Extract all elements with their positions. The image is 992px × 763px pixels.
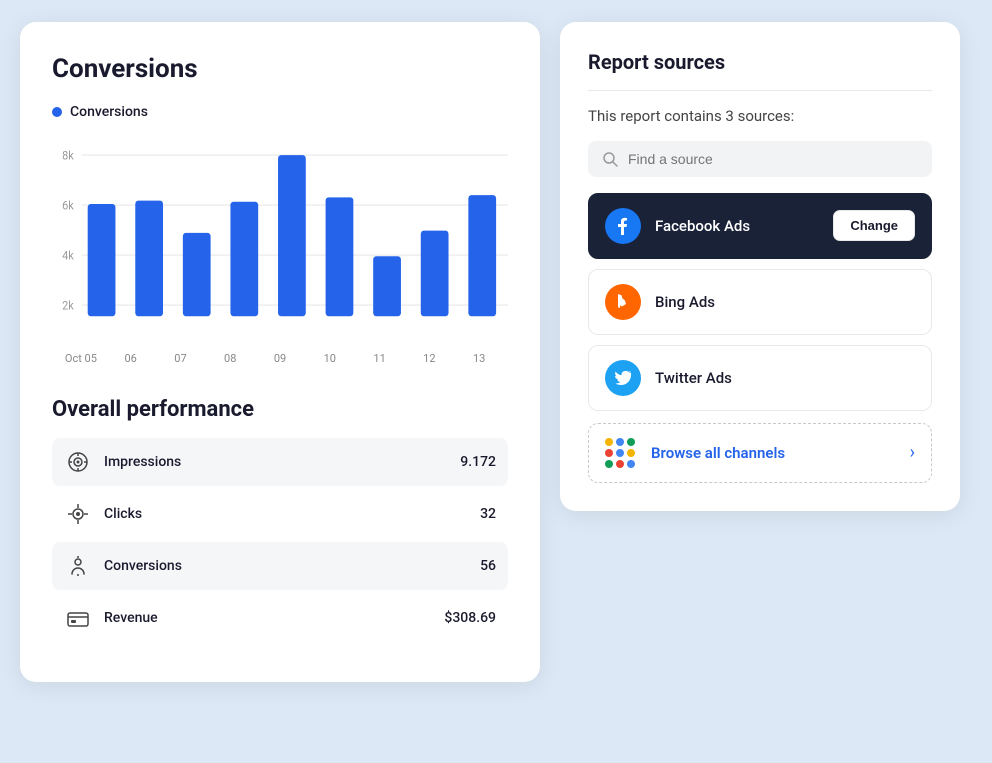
metric-name-clicks: Clicks bbox=[104, 506, 480, 522]
change-button[interactable]: Change bbox=[833, 210, 915, 241]
bing-logo-wrap bbox=[605, 284, 641, 320]
source-name-twitter: Twitter Ads bbox=[655, 369, 915, 387]
browse-all-label: Browse all channels bbox=[651, 444, 896, 462]
section-title: Overall performance bbox=[52, 397, 508, 422]
metric-value-conversions: 56 bbox=[480, 558, 496, 574]
metric-row-revenue: Revenue $308.69 bbox=[52, 594, 508, 642]
divider bbox=[588, 90, 932, 91]
page-title: Conversions bbox=[52, 54, 508, 84]
report-subtitle: This report contains 3 sources: bbox=[588, 107, 932, 125]
svg-text:2k: 2k bbox=[62, 297, 74, 312]
source-item-facebook[interactable]: Facebook Ads Change bbox=[588, 193, 932, 259]
twitter-logo bbox=[605, 360, 641, 396]
svg-text:4k: 4k bbox=[62, 247, 74, 262]
svg-text:6k: 6k bbox=[62, 197, 74, 212]
facebook-logo bbox=[605, 208, 641, 244]
svg-text:8k: 8k bbox=[62, 147, 74, 162]
metric-row-impressions: Impressions 9.172 bbox=[52, 438, 508, 486]
browse-all-channels[interactable]: Browse all channels › bbox=[588, 423, 932, 483]
search-icon bbox=[602, 151, 618, 167]
x-label-0: Oct 05 bbox=[56, 352, 106, 365]
report-title: Report sources bbox=[588, 50, 932, 74]
left-card: Conversions Conversions 8k 6k 4k 2k bbox=[20, 22, 540, 682]
right-card: Report sources This report contains 3 so… bbox=[560, 22, 960, 511]
revenue-icon bbox=[64, 604, 92, 632]
chart-svg: 8k 6k 4k 2k bbox=[52, 144, 508, 344]
bar-chart: 8k 6k 4k 2k bbox=[52, 144, 508, 344]
impressions-icon bbox=[64, 448, 92, 476]
chart-legend: Conversions bbox=[52, 104, 508, 120]
metric-name-conversions: Conversions bbox=[104, 558, 480, 574]
chevron-right-icon: › bbox=[910, 442, 915, 463]
bing-logo bbox=[605, 284, 641, 320]
twitter-logo-wrap bbox=[605, 360, 641, 396]
facebook-logo-wrap bbox=[605, 208, 641, 244]
source-name-facebook: Facebook Ads bbox=[655, 217, 833, 235]
metric-value-clicks: 32 bbox=[480, 506, 496, 522]
x-label-3: 08 bbox=[205, 352, 255, 365]
search-box[interactable] bbox=[588, 141, 932, 177]
metric-name-impressions: Impressions bbox=[104, 454, 460, 470]
clicks-icon bbox=[64, 500, 92, 528]
x-label-5: 10 bbox=[305, 352, 355, 365]
x-label-4: 09 bbox=[255, 352, 305, 365]
metric-row-clicks: Clicks 32 bbox=[52, 490, 508, 538]
source-name-bing: Bing Ads bbox=[655, 293, 915, 311]
metric-value-impressions: 9.172 bbox=[460, 454, 496, 470]
app-wrapper: Conversions Conversions 8k 6k 4k 2k bbox=[20, 22, 972, 742]
legend-label: Conversions bbox=[70, 104, 148, 120]
metric-row-conversions: Conversions 56 bbox=[52, 542, 508, 590]
metric-name-revenue: Revenue bbox=[104, 610, 444, 626]
metrics-list: Impressions 9.172 Clicks 32 bbox=[52, 438, 508, 642]
x-label-6: 11 bbox=[355, 352, 405, 365]
x-label-2: 07 bbox=[156, 352, 206, 365]
chart-x-labels: Oct 05 06 07 08 09 10 11 12 13 bbox=[52, 352, 508, 365]
source-item-twitter[interactable]: Twitter Ads bbox=[588, 345, 932, 411]
dots-grid-icon bbox=[605, 438, 635, 468]
source-item-bing[interactable]: Bing Ads bbox=[588, 269, 932, 335]
x-label-1: 06 bbox=[106, 352, 156, 365]
conversions-icon bbox=[64, 552, 92, 580]
search-input[interactable] bbox=[628, 151, 918, 167]
x-label-8: 13 bbox=[454, 352, 504, 365]
legend-dot bbox=[52, 107, 62, 117]
x-label-7: 12 bbox=[404, 352, 454, 365]
metric-value-revenue: $308.69 bbox=[444, 610, 496, 626]
